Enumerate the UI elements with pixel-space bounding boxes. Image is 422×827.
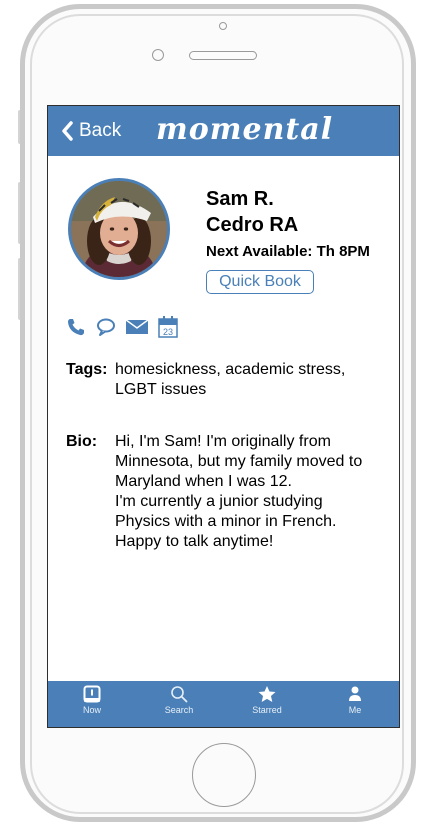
earpiece-speaker <box>189 51 257 60</box>
person-icon <box>349 686 361 701</box>
tags-label: Tags: <box>66 361 108 378</box>
app-screen: Back momental Sam R. Cedro RA Next Avail… <box>47 105 400 728</box>
now-icon <box>83 685 101 703</box>
tab-search[interactable]: Search <box>149 685 209 715</box>
avatar <box>68 178 170 280</box>
top-nav-bar: Back momental <box>48 106 399 156</box>
star-icon <box>258 685 276 703</box>
tab-now[interactable]: Now <box>62 685 122 715</box>
tags-line: homesickness, academic stress, <box>115 361 346 378</box>
phone-icon[interactable] <box>66 317 86 337</box>
tab-starred-label: Starred <box>252 705 282 715</box>
quick-book-button[interactable]: Quick Book <box>206 270 314 294</box>
profile-name-line1: Sam R. <box>206 188 274 210</box>
bio-label: Bio: <box>66 433 98 450</box>
tab-me[interactable]: Me <box>325 685 385 715</box>
search-icon <box>171 686 188 703</box>
tags-value: homesickness, academic stress, LGBT issu… <box>115 360 395 400</box>
tags-line: LGBT issues <box>115 381 207 398</box>
front-camera <box>219 22 227 30</box>
proximity-sensor <box>152 49 164 61</box>
tab-now-label: Now <box>82 705 101 715</box>
app-logo: momental <box>156 112 334 147</box>
back-button[interactable]: Back <box>61 120 121 142</box>
bio-text: Hi, I'm Sam! I'm originally from Minneso… <box>115 432 395 552</box>
tab-me-label: Me <box>348 705 362 715</box>
bio-line: Happy to talk anytime! <box>115 533 274 550</box>
profile-photo <box>71 181 167 277</box>
next-available: Next Available: Th 8PM <box>206 243 370 260</box>
profile-name-line2: Cedro RA <box>206 214 299 236</box>
tab-starred[interactable]: Starred <box>237 685 297 715</box>
bottom-tab-bar: Now Search Starred Me <box>48 681 399 727</box>
tab-search-label: Search <box>164 705 194 715</box>
chevron-left-icon <box>62 121 73 141</box>
profile-name: Sam R. Cedro RA <box>206 186 298 238</box>
calendar-day: 23 <box>163 327 173 337</box>
mail-icon[interactable] <box>126 319 148 335</box>
home-button[interactable] <box>192 743 256 807</box>
bio-line: Physics with a minor in French. <box>115 513 337 530</box>
contact-actions: 23 <box>66 316 188 338</box>
calendar-icon[interactable]: 23 <box>158 316 178 338</box>
bio-line: Hi, I'm Sam! I'm originally from <box>115 433 331 450</box>
chat-bubble-icon[interactable] <box>96 317 116 337</box>
bio-line: Maryland when I was 12. <box>115 473 292 490</box>
bio-line: I'm currently a junior studying <box>115 493 323 510</box>
bio-line: Minnesota, but my family moved to <box>115 453 363 470</box>
back-label: Back <box>79 120 122 141</box>
